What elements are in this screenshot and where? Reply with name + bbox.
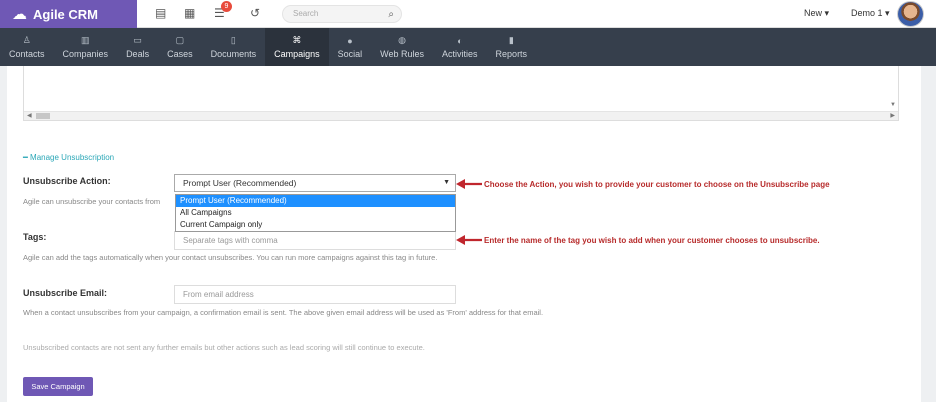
tags-input[interactable]: Separate tags with comma	[174, 231, 456, 250]
manage-unsubscription-link[interactable]: ━ Manage Unsubscription	[23, 153, 114, 162]
tasks-badge: 9	[221, 1, 232, 12]
tags-help: Agile can add the tags automatically whe…	[23, 253, 438, 262]
nav-item-label: Activities	[442, 48, 478, 59]
app-window: ☁ Agile CRM ▤ ▦ ☰ 9 ↺ Search ⌕ New ▾ Demo…	[0, 0, 936, 402]
nav-item-cases[interactable]: ▢ Cases	[158, 28, 202, 66]
scroll-right-icon[interactable]: ▶	[890, 112, 895, 119]
tags-label: Tags:	[23, 232, 47, 242]
calendar-icon[interactable]: ▦	[184, 6, 195, 20]
annotation-arrow-icon	[456, 179, 482, 189]
top-bar: ☁ Agile CRM ▤ ▦ ☰ 9 ↺ Search ⌕ New ▾ Demo…	[0, 0, 936, 28]
nav-item-documents[interactable]: ▯ Documents	[202, 28, 266, 66]
nav-item-label: Social	[337, 48, 363, 59]
nav-item-label: Deals	[126, 49, 150, 59]
horizontal-scrollbar[interactable]: ◀ ▶	[24, 111, 898, 120]
sitemap-icon: ⌘	[292, 35, 302, 45]
nav-item-companies[interactable]: ▥ Companies	[54, 28, 118, 66]
scroll-left-icon[interactable]: ◀	[27, 112, 32, 119]
nav-item-label: Reports	[495, 49, 528, 59]
document-icon: ▯	[230, 35, 236, 45]
globe-icon: ◍	[398, 35, 407, 45]
collapse-icon: ━	[23, 153, 31, 162]
money-icon: ▭	[133, 35, 142, 45]
unsubscribe-action-select[interactable]: Prompt User (Recommended) ▼	[174, 174, 456, 192]
nav-item-label: Companies	[62, 49, 109, 59]
scroll-down-icon[interactable]: ▼	[890, 102, 896, 108]
person-icon: ♙	[22, 35, 31, 45]
tasks-icon[interactable]: ☰ 9	[214, 1, 232, 20]
scroll-thumb[interactable]	[36, 113, 50, 119]
chevron-down-icon: ▼	[443, 179, 450, 186]
email-editor[interactable]: ▼ ◀ ▶	[23, 66, 899, 121]
nav-item-campaigns[interactable]: ⌘ Campaigns	[265, 28, 329, 66]
chat-icon: ●	[347, 35, 353, 46]
search-placeholder: Search	[293, 9, 319, 18]
unsubscribe-action-help: Agile can unsubscribe your contacts from	[23, 197, 161, 206]
nav-item-social[interactable]: ● Social	[329, 28, 372, 66]
nav-item-deals[interactable]: ▭ Deals	[117, 28, 158, 66]
activity-icon: ◐	[457, 35, 463, 46]
search-icon[interactable]: ⌕	[388, 7, 394, 23]
folder-icon: ▢	[175, 35, 185, 45]
dropdown-option[interactable]: Prompt User (Recommended)	[176, 195, 455, 207]
brand-logo[interactable]: ☁ Agile CRM	[0, 0, 137, 28]
save-campaign-button[interactable]: Save Campaign	[23, 377, 93, 396]
dropdown-option[interactable]: Current Campaign only	[176, 219, 455, 231]
bar-chart-icon: ▮	[508, 35, 514, 45]
select-value: Prompt User (Recommended)	[183, 178, 297, 188]
brand-name: Agile CRM	[33, 6, 98, 22]
avatar[interactable]	[897, 1, 924, 27]
nav-item-activities[interactable]: ◐ Activities	[433, 28, 487, 66]
unsubscribe-email-label: Unsubscribe Email:	[23, 288, 108, 298]
nav-item-contacts[interactable]: ♙ Contacts	[0, 28, 54, 66]
nav-item-web-rules[interactable]: ◍ Web Rules	[371, 28, 433, 66]
page-scrollbar[interactable]	[921, 66, 936, 402]
unsubscribe-action-options: Prompt User (Recommended) All Campaigns Cu…	[175, 194, 456, 232]
user-menu[interactable]: Demo 1 ▾	[851, 8, 890, 19]
cloud-icon: ☁	[12, 6, 27, 23]
annotation-action: Choose the Action, you wish to provide y…	[484, 180, 830, 189]
new-menu[interactable]: New ▾	[804, 8, 829, 19]
content-panel: ▼ ◀ ▶ ━ Manage Unsubscription Unsubscrib…	[7, 66, 921, 402]
annotation-arrow-icon	[456, 235, 482, 245]
card-icon[interactable]: ▤	[155, 6, 166, 20]
nav-item-label: Contacts	[9, 49, 45, 59]
nav-item-label: Documents	[210, 49, 257, 59]
building-icon: ▥	[81, 35, 90, 45]
manage-link-label: Manage Unsubscription	[30, 153, 115, 162]
nav-item-label: Cases	[167, 49, 193, 59]
unsubscribe-action-label: Unsubscribe Action:	[23, 176, 111, 186]
nav-item-label: Campaigns	[274, 49, 320, 59]
main-nav: ♙ Contacts ▥ Companies ▭ Deals ▢ Cases ▯ Document…	[0, 28, 936, 66]
footer-note: Unsubscribed contacts are not sent any f…	[23, 343, 425, 352]
email-help: When a contact unsubscribes from your ca…	[23, 308, 544, 317]
email-field[interactable]: From email address	[174, 285, 456, 304]
search-input[interactable]: Search ⌕	[282, 5, 402, 23]
nav-item-label: Web Rules	[380, 49, 425, 59]
history-icon[interactable]: ↺	[250, 6, 260, 20]
nav-item-reports[interactable]: ▮ Reports	[487, 28, 537, 66]
annotation-tags: Enter the name of the tag you wish to ad…	[484, 236, 820, 245]
dropdown-option[interactable]: All Campaigns	[176, 207, 455, 219]
